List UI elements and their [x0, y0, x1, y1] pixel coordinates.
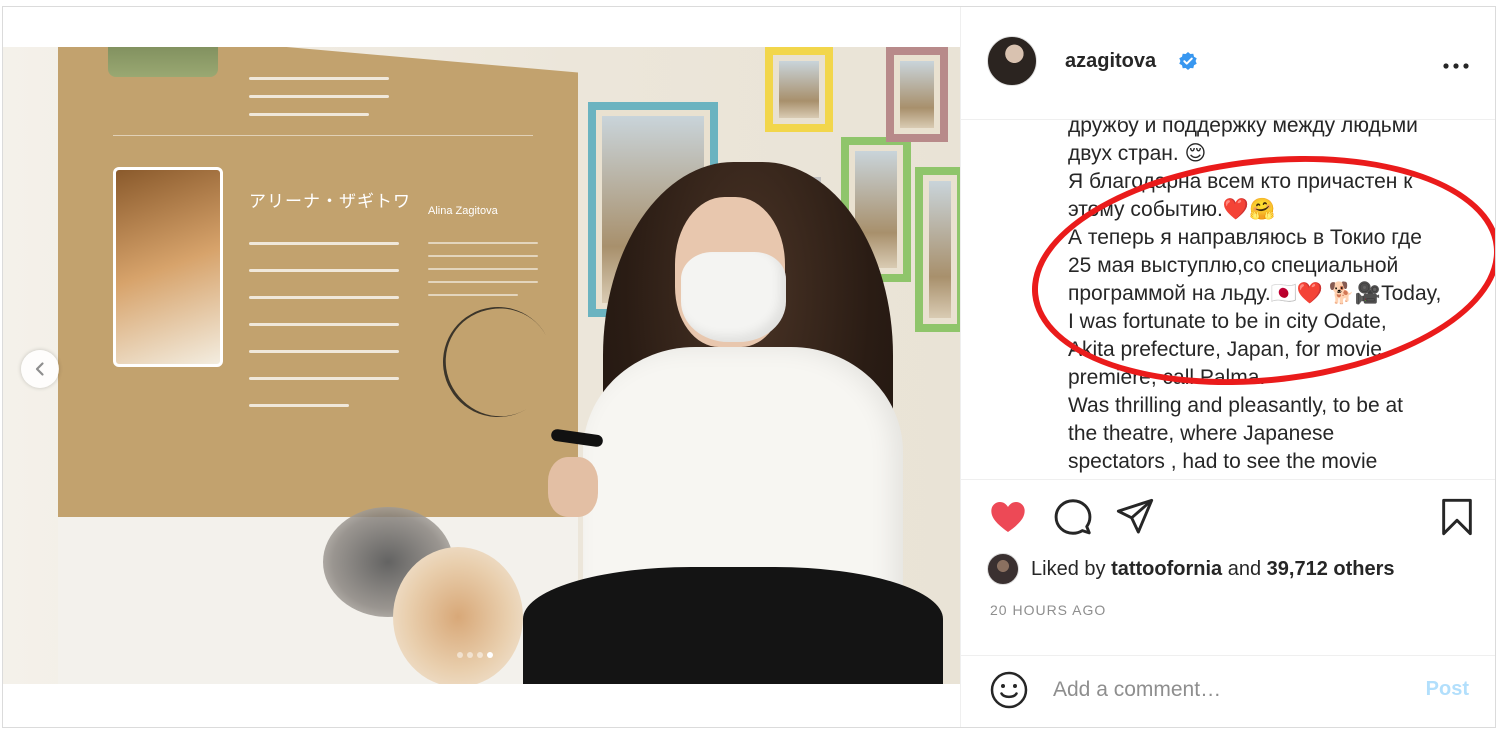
comment-bar: Post — [961, 655, 1495, 727]
panel-text-line — [249, 95, 389, 98]
caption-line: I was fortunate to be in city Odate, — [1068, 310, 1387, 333]
comment-button[interactable] — [1051, 495, 1095, 539]
author-avatar[interactable] — [987, 36, 1037, 86]
caption-scroll-area[interactable]: дружбу и поддержку между людьми двух стр… — [961, 120, 1495, 480]
wall-frame — [765, 47, 833, 132]
wall-frame — [886, 47, 948, 142]
panel-text-line — [249, 296, 399, 299]
caption-line: дружбу и поддержку между людьми — [1068, 120, 1418, 137]
caption-line: А теперь я направляюсь в Токио где — [1068, 226, 1422, 249]
heart-filled-icon — [991, 502, 1025, 532]
post-caption: дружбу и поддержку между людьми двух стр… — [1068, 120, 1488, 476]
caption-line: the theatre, where Japanese — [1068, 422, 1335, 445]
post-sidebar: azagitova дружбу и поддержку между людьм… — [960, 7, 1495, 727]
panel-text-line — [428, 281, 538, 283]
slide-dot — [477, 652, 483, 658]
caption-line: программой на льду.🇯🇵❤️ 🐕🎥Today, — [1068, 282, 1442, 305]
person-hand — [548, 457, 598, 517]
comment-input[interactable] — [1053, 674, 1393, 706]
likes-prefix: Liked by — [1031, 557, 1106, 580]
post-photo: アリーナ・ザギトワ Alina Zagitova — [3, 47, 960, 684]
caption-line: 25 мая выступлю,со специальной — [1068, 254, 1399, 277]
caption-line: spectators , had to see the movie — [1068, 450, 1378, 473]
likes-summary: Liked by tattoofornia and 39,712 others — [987, 553, 1395, 585]
author-username[interactable]: azagitova — [1065, 50, 1156, 73]
action-bar — [961, 495, 1495, 541]
panel-text-line — [428, 268, 538, 270]
panel-text-line — [428, 294, 518, 296]
post-media[interactable]: アリーナ・ザギトワ Alina Zagitova — [3, 7, 960, 727]
panel-text-line — [428, 255, 538, 257]
caption-line: Я благодарна всем кто причастен к — [1068, 170, 1413, 193]
panel-japanese-name: アリーナ・ザギトワ — [249, 192, 411, 212]
wall-frame — [915, 167, 960, 332]
likes-count-link[interactable]: 39,712 others — [1267, 558, 1395, 581]
panel-text-line — [249, 404, 349, 407]
previous-slide-button[interactable] — [21, 350, 59, 388]
panel-divider — [113, 135, 533, 136]
panel-text-line — [249, 242, 399, 245]
speech-bubble-icon — [1054, 499, 1092, 535]
panel-text-line — [249, 113, 369, 116]
caption-line: premiere, call Palma. — [1068, 366, 1266, 389]
panel-text-line — [249, 377, 399, 380]
caption-line: Akita prefecture, Japan, for movie — [1068, 338, 1382, 361]
panel-text-line — [249, 323, 399, 326]
slide-dot-active — [487, 652, 493, 658]
paper-plane-icon — [1116, 498, 1154, 534]
liker-username[interactable]: tattoofornia — [1111, 558, 1222, 581]
caption-line: двух стран. 😌 — [1068, 142, 1207, 165]
caption-line: этому событию.❤️🤗 — [1068, 198, 1276, 221]
slide-dot — [467, 652, 473, 658]
post-timestamp[interactable]: 20 HOURS AGO — [990, 602, 1106, 618]
verified-badge-icon — [1179, 52, 1197, 70]
share-button[interactable] — [1113, 495, 1157, 539]
bookmark-icon — [1442, 498, 1472, 536]
panel-english-name: Alina Zagitova — [428, 205, 498, 217]
more-options-button[interactable] — [1443, 50, 1469, 76]
likes-and: and — [1227, 557, 1262, 580]
slide-dot — [457, 652, 463, 658]
face-mask — [681, 252, 786, 342]
caption-line: Was thrilling and pleasantly, to be at — [1068, 394, 1404, 417]
slide-indicator — [457, 652, 493, 658]
chevron-left-icon — [35, 362, 44, 376]
panel-text-line — [249, 77, 389, 80]
instagram-post: アリーナ・ザギトワ Alina Zagitova azagitova дружб… — [2, 6, 1496, 728]
person-pants — [523, 567, 943, 684]
ellipsis-icon — [1443, 63, 1469, 69]
panel-text-line — [249, 269, 399, 272]
save-button[interactable] — [1435, 495, 1479, 539]
liker-avatar[interactable] — [987, 553, 1019, 585]
panel-portrait-photo — [113, 167, 223, 367]
like-button[interactable] — [986, 495, 1030, 539]
panel-text-line — [428, 242, 538, 244]
panel-text-line — [249, 350, 399, 353]
post-header: azagitova — [961, 7, 1495, 120]
smiley-icon[interactable] — [989, 670, 1029, 710]
puppy-image — [393, 547, 523, 684]
panel-top-photo — [108, 47, 218, 77]
post-comment-button[interactable]: Post — [1426, 678, 1469, 701]
